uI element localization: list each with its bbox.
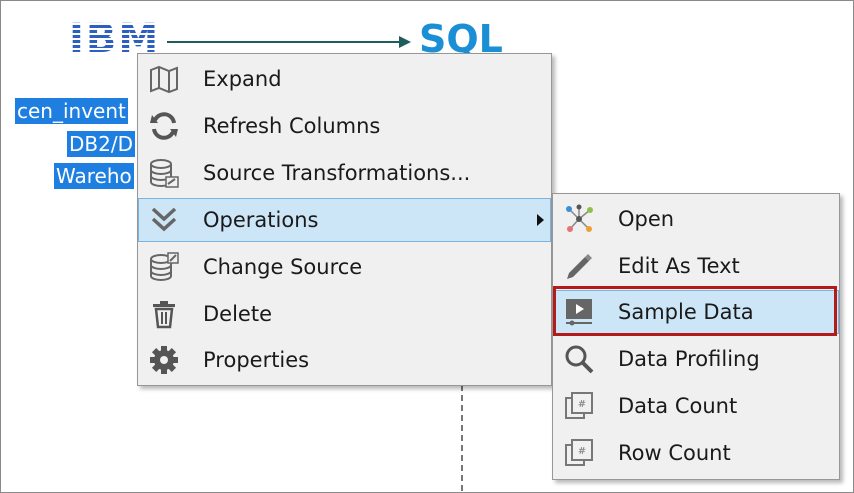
submenu-item-label: Open — [618, 207, 675, 231]
canvas-frame: IBM SQL cen_invent DB2/D Wareho Expand R… — [0, 0, 854, 493]
submenu-item-label: Data Count — [618, 394, 738, 418]
menu-item-label: Delete — [203, 302, 272, 326]
submenu-item-data-count[interactable]: # Data Count — [553, 384, 839, 428]
menu-item-label: Properties — [203, 348, 310, 372]
count-icon: # — [563, 390, 595, 422]
refresh-icon — [148, 110, 180, 142]
submenu-item-label: Row Count — [618, 441, 731, 465]
source-node-name[interactable]: cen_invent — [15, 98, 128, 124]
menu-item-properties[interactable]: Properties — [138, 338, 551, 382]
count-icon: # — [563, 437, 595, 469]
trash-icon — [148, 298, 180, 330]
menu-item-source-transformations[interactable]: Source Transformations... — [138, 151, 551, 195]
menu-item-label: Source Transformations... — [203, 161, 471, 185]
database-edit-icon — [148, 157, 180, 189]
operations-submenu: Open Edit As Text Sample Data Data Profi… — [552, 193, 840, 480]
menu-item-operations[interactable]: Operations — [138, 198, 551, 242]
context-menu: Expand Refresh Columns Source Transforma… — [137, 53, 552, 386]
menu-item-refresh-columns[interactable]: Refresh Columns — [138, 104, 551, 148]
double-chevron-down-icon — [148, 204, 180, 236]
submenu-arrow-icon — [537, 214, 544, 226]
submenu-item-edit-as-text[interactable]: Edit As Text — [553, 244, 839, 288]
menu-item-label: Change Source — [203, 255, 363, 279]
menu-item-delete[interactable]: Delete — [138, 292, 551, 336]
menu-item-label: Operations — [203, 208, 319, 232]
connector-line — [167, 41, 403, 43]
map-icon — [148, 63, 180, 95]
network-icon — [563, 203, 595, 235]
menu-item-expand[interactable]: Expand — [138, 57, 551, 101]
submenu-item-data-profiling[interactable]: Data Profiling — [553, 337, 839, 381]
submenu-item-open[interactable]: Open — [553, 197, 839, 241]
submenu-item-label: Edit As Text — [618, 254, 740, 278]
source-node-location[interactable]: Wareho — [54, 163, 134, 189]
magnifier-icon — [563, 343, 595, 375]
menu-item-label: Refresh Columns — [203, 114, 381, 138]
submenu-item-label: Data Profiling — [618, 347, 760, 371]
database-change-icon — [148, 251, 180, 283]
source-node-type[interactable]: DB2/D — [67, 131, 135, 157]
menu-item-label: Expand — [203, 67, 282, 91]
dashed-guide-line — [461, 385, 463, 491]
menu-item-change-source[interactable]: Change Source — [138, 245, 551, 289]
svg-text:#: # — [578, 446, 586, 457]
highlight-box — [553, 286, 837, 336]
connector-arrowhead — [399, 36, 411, 48]
pencil-icon — [563, 250, 595, 282]
submenu-item-row-count[interactable]: # Row Count — [553, 431, 839, 475]
gear-icon — [148, 344, 180, 376]
svg-text:#: # — [578, 399, 586, 410]
